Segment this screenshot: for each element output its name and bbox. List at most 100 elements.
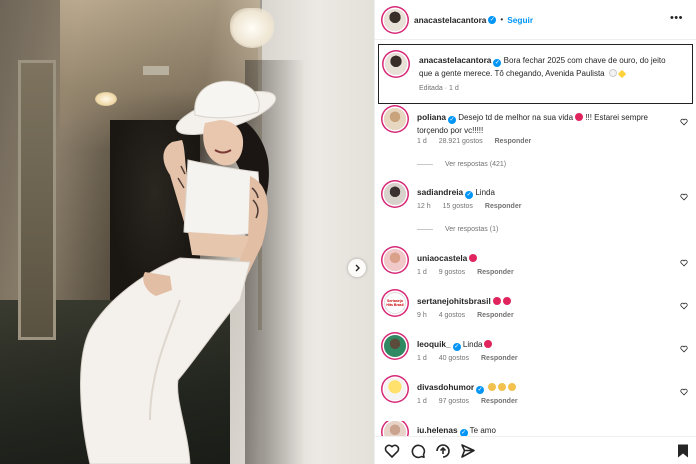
comment-body: Desejo td de melhor na sua vida — [458, 113, 574, 122]
comment-meta: 1 d 97 gostos Responder — [417, 398, 528, 405]
comment-likes[interactable]: 9 gostos — [439, 269, 465, 276]
comment-meta: 1 d 40 gostos Responder — [417, 355, 528, 362]
replies-divider — [417, 229, 433, 230]
commenter-avatar[interactable] — [384, 249, 406, 271]
comment-likes[interactable]: 15 gostos — [443, 203, 473, 210]
comment-text: iu.helenas ✓ Te amo — [417, 424, 667, 436]
comment-likes[interactable]: 28.921 gostos — [439, 138, 483, 145]
view-replies-link[interactable]: Ver respostas (421) — [417, 161, 506, 168]
heart-eyes-emoji-icon — [469, 254, 478, 262]
commenter-avatar[interactable] — [384, 335, 406, 357]
reply-button[interactable]: Responder — [481, 355, 518, 362]
view-replies-label[interactable]: Ver respostas (421) — [445, 161, 506, 168]
like-comment-heart-icon[interactable] — [680, 388, 688, 396]
next-photo-button[interactable] — [348, 259, 366, 277]
clapping-emoji-icon — [488, 383, 497, 391]
clapping-emoji-icon — [508, 383, 517, 391]
comment-text: leoquik_ ✓ Linda — [417, 338, 667, 351]
commenter-avatar[interactable] — [384, 378, 406, 400]
reply-button[interactable]: Responder — [477, 312, 514, 319]
comment-time: 1 d — [417, 138, 427, 145]
chevron-right-icon — [355, 264, 360, 272]
heart-eyes-emoji-icon — [484, 340, 493, 348]
comment-text: uniaocastela — [417, 252, 667, 265]
commenter-username[interactable]: iu.helenas — [417, 425, 458, 435]
bookmark-icon[interactable] — [675, 443, 691, 459]
author-username[interactable]: anacastelacantora — [414, 15, 486, 25]
comment-time: 1 d — [417, 398, 427, 405]
commenter-username[interactable]: divasdohumor — [417, 382, 474, 392]
caption-text: anacastelacantora ✓ Bora fechar 2025 com … — [419, 54, 681, 80]
view-replies-label[interactable]: Ver respostas (1) — [445, 226, 498, 233]
commenter-avatar[interactable] — [384, 108, 406, 130]
like-comment-heart-icon[interactable] — [680, 259, 688, 267]
comment-body: Linda — [462, 340, 483, 349]
comment-meta: 1 d 9 gostos Responder — [417, 269, 524, 276]
comment-time: 12 h — [417, 203, 431, 210]
comment-meta: 1 d 28.921 gostos Responder — [417, 138, 541, 145]
post-action-bar — [375, 436, 696, 464]
comment-item: Sertanejo Hits Brasil sertanejohitsbrasi… — [375, 292, 696, 328]
more-options-icon[interactable]: ••• — [670, 13, 683, 24]
caption-username[interactable]: anacastelacantora — [419, 55, 491, 65]
white-heart-emoji-icon — [608, 69, 617, 77]
like-comment-heart-icon[interactable] — [680, 345, 688, 353]
comment-icon[interactable] — [410, 443, 426, 459]
verified-badge-icon: ✓ — [452, 343, 461, 351]
comment-item: iu.helenas ✓ Te amo — [375, 421, 696, 436]
comment-item: poliana ✓ Desejo td de melhor na sua vida… — [375, 108, 696, 178]
post-caption: anacastelacantora ✓ Bora fechar 2025 com … — [378, 44, 693, 104]
comment-time: 1 d — [417, 269, 427, 276]
reply-button[interactable]: Responder — [481, 398, 518, 405]
comment-text: sadiandreia ✓ Linda — [417, 186, 667, 199]
heart-eyes-emoji-icon — [502, 297, 511, 305]
commenter-username[interactable]: sadiandreia — [417, 187, 463, 197]
separator-dot: • — [500, 15, 504, 24]
commenter-avatar[interactable]: Sertanejo Hits Brasil — [384, 292, 406, 314]
heart-eyes-emoji-icon — [492, 297, 501, 305]
comment-item: sadiandreia ✓ Linda 12 h 15 gostos Respon… — [375, 183, 696, 243]
comment-time: 9 h — [417, 312, 427, 319]
comment-body: Te amo — [469, 426, 496, 435]
caption-meta: Editada · 1 d — [419, 85, 459, 92]
caption-edited-label: Editada — [419, 85, 443, 92]
comment-meta: 12 h 15 gostos Responder — [417, 203, 531, 210]
view-replies-link[interactable]: Ver respostas (1) — [417, 226, 498, 233]
commenter-username[interactable]: poliana — [417, 112, 446, 122]
send-icon[interactable] — [460, 443, 476, 459]
like-comment-heart-icon[interactable] — [680, 302, 688, 310]
author-avatar[interactable] — [384, 8, 406, 31]
comment-body: Linda — [475, 188, 495, 197]
clapping-emoji-icon — [498, 383, 507, 391]
commenter-username[interactable]: uniaocastela — [417, 253, 467, 263]
comment-likes[interactable]: 40 gostos — [439, 355, 469, 362]
reply-button[interactable]: Responder — [485, 203, 522, 210]
heart-eyes-emoji-icon — [575, 113, 584, 121]
woman-in-white-cowboy-hat-figure — [80, 80, 277, 464]
verified-badge-icon: ✓ — [493, 59, 502, 67]
caption-avatar[interactable] — [385, 53, 407, 75]
post-photo[interactable] — [0, 0, 374, 464]
like-comment-heart-icon[interactable] — [680, 118, 688, 126]
commenter-avatar[interactable] — [384, 183, 406, 205]
avatar-logo-text: Sertanejo Hits Brasil — [386, 299, 404, 307]
verified-badge-icon: ✓ — [488, 15, 497, 24]
commenter-avatar[interactable] — [384, 421, 406, 436]
like-comment-heart-icon[interactable] — [680, 193, 688, 201]
follow-button[interactable]: Seguir — [507, 15, 533, 25]
reply-button[interactable]: Responder — [495, 138, 532, 145]
comment-time: 1 d — [417, 355, 427, 362]
comment-meta: 9 h 4 gostos Responder — [417, 312, 524, 319]
verified-badge-icon: ✓ — [448, 116, 457, 124]
verified-badge-icon: ✓ — [465, 191, 474, 199]
heart-icon[interactable] — [384, 443, 400, 459]
comment-text: poliana ✓ Desejo td de melhor na sua vida… — [417, 111, 667, 137]
comment-likes[interactable]: 97 gostos — [439, 398, 469, 405]
comment-likes[interactable]: 4 gostos — [439, 312, 465, 319]
share-icon[interactable] — [435, 443, 451, 459]
commenter-username[interactable]: leoquik_ — [417, 339, 451, 349]
comment-item: leoquik_ ✓ Linda 1 d 40 gostos Responder — [375, 335, 696, 371]
verified-badge-icon: ✓ — [476, 386, 485, 394]
reply-button[interactable]: Responder — [477, 269, 514, 276]
commenter-username[interactable]: sertanejohitsbrasil — [417, 296, 491, 306]
